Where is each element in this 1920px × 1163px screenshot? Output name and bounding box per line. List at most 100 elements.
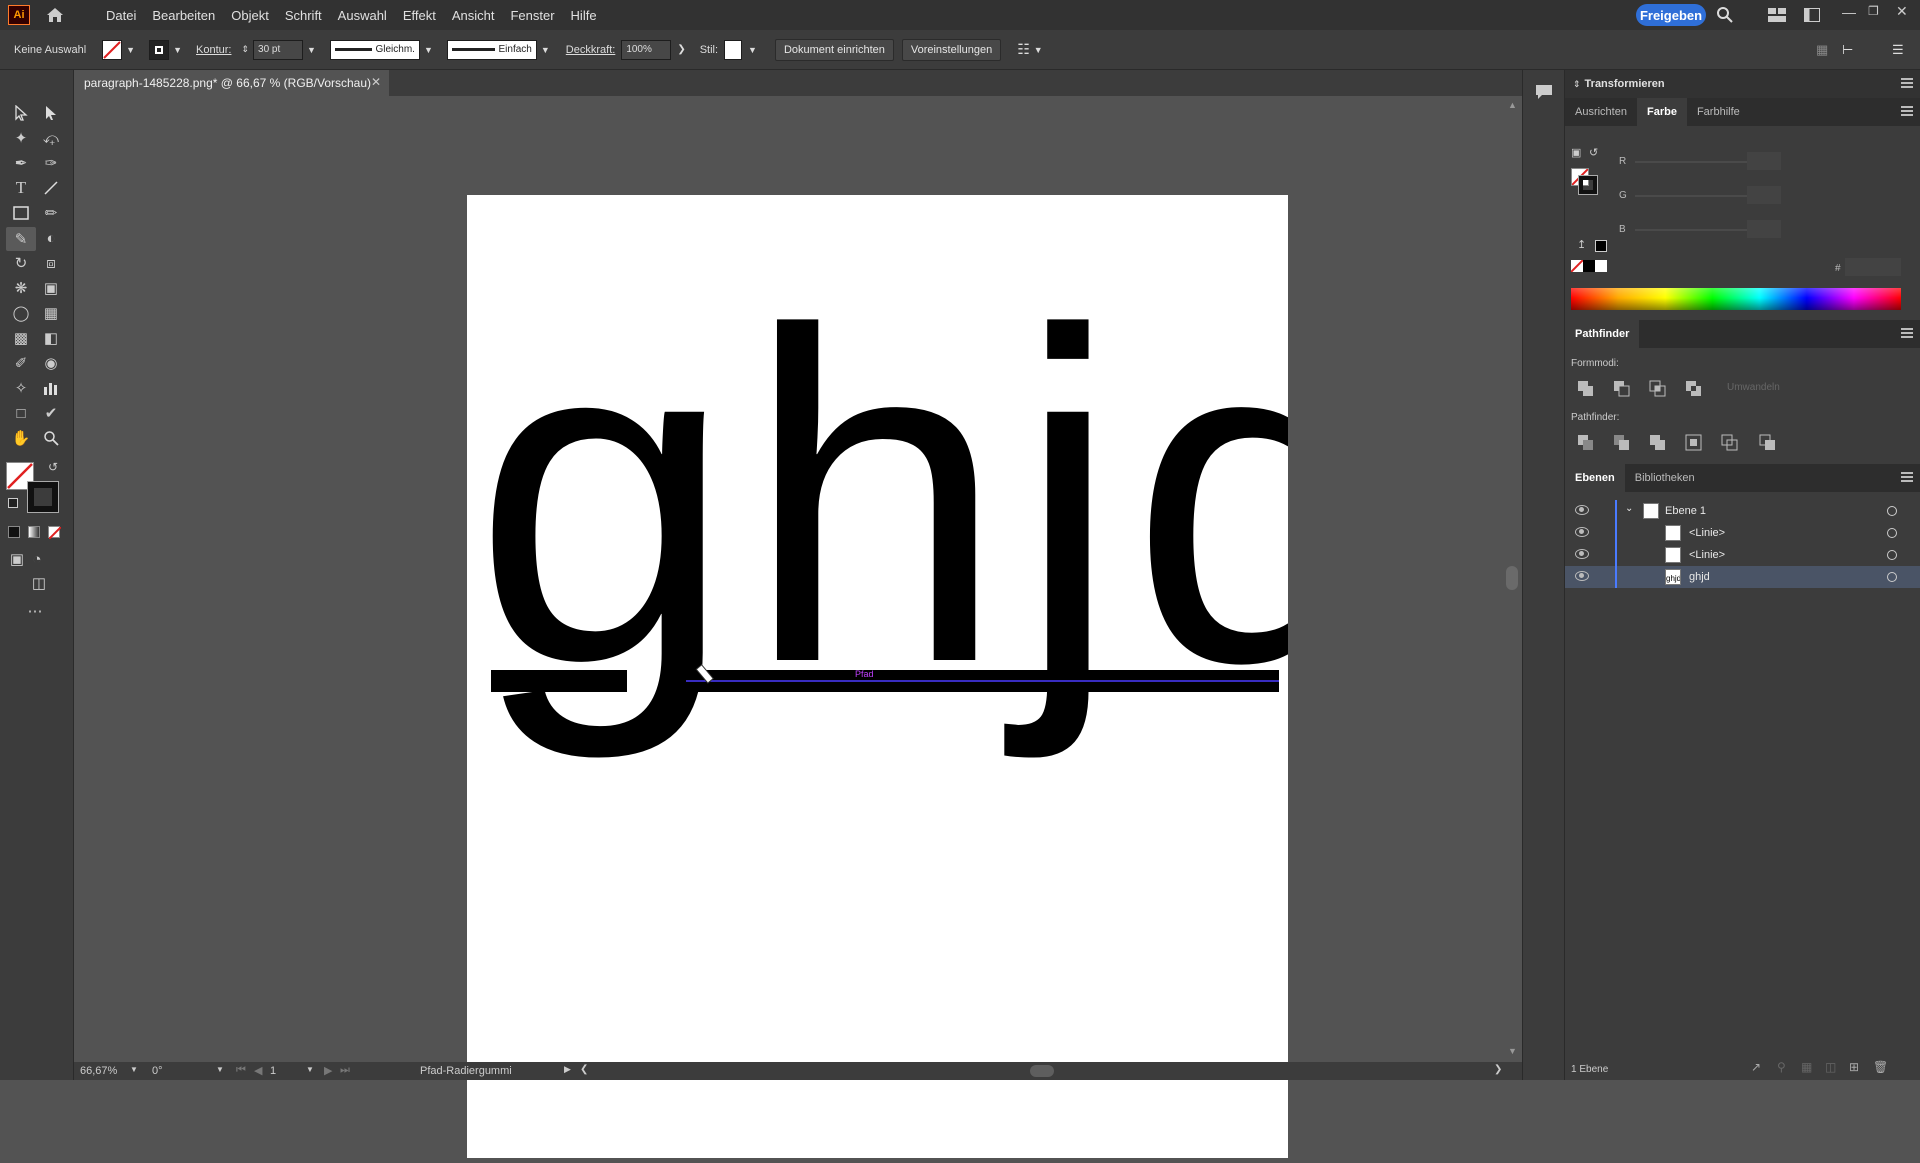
direct-selection-tool-icon[interactable] (40, 102, 62, 124)
chevron-down-icon[interactable]: ▼ (126, 45, 135, 55)
channel-g-input[interactable] (1747, 186, 1781, 204)
perspective-grid-tool-icon[interactable]: ▦ (40, 302, 62, 324)
pen-tool-icon[interactable]: ✒ (10, 152, 32, 174)
color-panel-stroke-icon[interactable] (1578, 175, 1598, 195)
zoom-level[interactable]: 66,67% (80, 1065, 117, 1077)
hex-input[interactable] (1845, 258, 1901, 276)
menu-bearbeiten[interactable]: Bearbeiten (144, 8, 223, 23)
brush-definition[interactable]: Einfach (446, 39, 537, 60)
document-setup-button[interactable]: Dokument einrichten (774, 38, 894, 61)
eraser-tool-icon[interactable]: ◐ (40, 227, 62, 249)
layer-name[interactable]: <Linie> (1689, 549, 1725, 561)
visibility-eye-icon[interactable] (1575, 571, 1589, 581)
chevron-down-icon[interactable]: ▼ (307, 45, 316, 55)
curvature-tool-icon[interactable]: ✑ (40, 152, 62, 174)
none-swatch[interactable] (1571, 260, 1583, 272)
channel-b-slider[interactable] (1635, 229, 1765, 231)
outline-icon[interactable] (1721, 434, 1739, 457)
arrange-icon[interactable]: ☷ (1017, 41, 1030, 58)
menu-auswahl[interactable]: Auswahl (330, 8, 395, 23)
stepper-icon[interactable]: ⇕ (241, 44, 249, 55)
slice-tool-icon[interactable]: ✔ (40, 402, 62, 424)
column-graph-tool-icon[interactable] (40, 377, 62, 399)
new-layer-icon[interactable]: ⊞ (1849, 1060, 1859, 1074)
exclude-icon[interactable] (1685, 380, 1703, 403)
stroke-swatch[interactable] (149, 39, 170, 60)
layer-row-ebene-1[interactable]: ⌄ Ebene 1 (1565, 500, 1920, 522)
color-spectrum[interactable] (1571, 288, 1901, 310)
expand-button[interactable]: Umwandeln (1727, 382, 1780, 393)
chevron-down-icon[interactable]: ▼ (541, 45, 550, 55)
eyedropper-tool-icon[interactable]: ✐ (10, 352, 32, 374)
stroke-color-icon[interactable] (27, 481, 59, 513)
document-tab[interactable]: paragraph-1485228.png* @ 66,67 % (RGB/Vo… (74, 70, 389, 96)
arrange-documents-icon[interactable] (1768, 8, 1786, 27)
panel-menu-icon[interactable]: ☰ (1892, 42, 1904, 58)
prev-artboard-icon[interactable]: ◀ (254, 1064, 262, 1077)
comments-icon[interactable] (1535, 84, 1553, 105)
variable-width-profile[interactable]: Gleichm. (329, 39, 420, 60)
channel-r-slider[interactable] (1635, 161, 1765, 163)
tab-farbhilfe[interactable]: Farbhilfe (1687, 98, 1750, 126)
free-transform-tool-icon[interactable]: ▣ (40, 277, 62, 299)
rectangle-tool-icon[interactable] (10, 202, 32, 224)
tab-pathfinder[interactable]: Pathfinder (1565, 320, 1640, 348)
default-fill-stroke-icon[interactable]: ▣ (1571, 146, 1581, 159)
white-swatch[interactable] (1595, 260, 1607, 272)
fill-swatch[interactable] (102, 39, 123, 60)
artboard[interactable]: ghjd Pfad (467, 195, 1392, 1158)
panel-menu-icon[interactable] (1901, 472, 1913, 482)
panel-menu-icon[interactable] (1901, 328, 1913, 338)
menu-effekt[interactable]: Effekt (395, 8, 444, 23)
crop-icon[interactable] (1685, 434, 1703, 457)
intersect-icon[interactable] (1649, 380, 1667, 403)
artboard-number[interactable]: 1 (270, 1065, 276, 1077)
current-tool-status[interactable]: Pfad-Radiergummi (420, 1065, 512, 1077)
menu-datei[interactable]: Datei (98, 8, 144, 23)
menu-objekt[interactable]: Objekt (223, 8, 277, 23)
divide-icon[interactable] (1577, 434, 1595, 457)
clipping-mask-icon[interactable]: ▦ (1801, 1060, 1812, 1074)
chevron-down-icon[interactable]: ▼ (748, 45, 757, 55)
horizontal-scrollbar-thumb[interactable] (1030, 1065, 1054, 1077)
line-tool-icon[interactable] (40, 177, 62, 199)
trash-icon[interactable]: 🗑 (1873, 1060, 1888, 1074)
warp-tool-icon[interactable]: ❋ (10, 277, 32, 299)
share-button[interactable]: Freigeben (1636, 4, 1706, 26)
symbol-sprayer-tool-icon[interactable]: ✧ (10, 377, 32, 399)
chevron-down-icon[interactable]: ⌄ (1625, 503, 1633, 514)
underline-segment-left[interactable] (491, 670, 627, 692)
layer-target-icon[interactable] (1887, 528, 1897, 538)
scroll-left-icon[interactable]: ❮ (580, 1064, 588, 1075)
canvas[interactable]: ghjd Pfad ▲ ▼ (74, 96, 1518, 1158)
menu-fenster[interactable]: Fenster (502, 8, 562, 23)
chevron-down-icon[interactable]: ▼ (306, 1065, 314, 1074)
magic-wand-icon[interactable]: ✦ (10, 127, 32, 149)
last-artboard-icon[interactable]: ⏭ (340, 1064, 350, 1077)
layer-name[interactable]: ghjd (1689, 571, 1710, 583)
vertical-scrollbar-thumb[interactable] (1506, 566, 1518, 590)
scroll-right-icon[interactable]: ❯ (1494, 1064, 1502, 1075)
artwork[interactable]: ghjd Pfad (467, 195, 1392, 1158)
visibility-eye-icon[interactable] (1575, 549, 1589, 559)
layer-row-linie-2[interactable]: <Linie> (1565, 544, 1920, 566)
gradient-mode-icon[interactable] (28, 526, 40, 538)
preferences-button[interactable]: Voreinstellungen (901, 38, 1002, 61)
style-swatch[interactable] (724, 39, 743, 60)
scroll-up-icon[interactable]: ▲ (1508, 100, 1517, 110)
gradient-tool-icon[interactable]: ◧ (40, 327, 62, 349)
minimize-icon[interactable]: — (1842, 4, 1856, 20)
tab-ebenen[interactable]: Ebenen (1565, 464, 1625, 492)
selection-tool-icon[interactable] (10, 102, 32, 124)
chevron-down-icon[interactable]: ▼ (216, 1065, 224, 1074)
merge-icon[interactable] (1649, 434, 1667, 457)
new-sublayer-icon[interactable]: ◫ (1825, 1060, 1836, 1074)
restore-icon[interactable]: ❐ (1868, 4, 1879, 18)
channel-r-input[interactable] (1747, 152, 1781, 170)
locate-object-icon[interactable]: ⚲ (1777, 1060, 1786, 1074)
layer-target-icon[interactable] (1887, 506, 1897, 516)
draw-behind-icon[interactable]: ◔ (26, 548, 48, 570)
export-icon[interactable]: ↗ (1751, 1060, 1761, 1074)
screen-mode-icon[interactable]: ◫ (26, 572, 52, 594)
default-colors-icon[interactable] (8, 498, 18, 508)
